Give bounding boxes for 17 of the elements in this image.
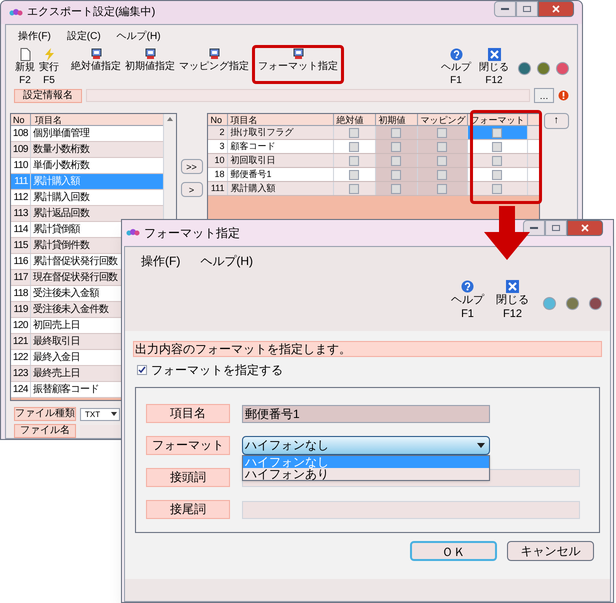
description-text: 出力内容のフォーマットを指定します。 bbox=[133, 341, 602, 357]
column-header: No bbox=[208, 114, 228, 125]
column-header: 初期値 bbox=[376, 114, 418, 125]
field-label: 設定情報名 bbox=[14, 88, 82, 102]
field-label: 項目名 bbox=[146, 404, 230, 423]
column-header: 絶対値 bbox=[334, 114, 376, 125]
item-name-field: 郵便番号1 bbox=[242, 404, 490, 422]
column-header: 項目名 bbox=[34, 114, 62, 125]
window-title: エクスポート設定(編集中) bbox=[27, 4, 156, 20]
column-header: 項目名 bbox=[228, 114, 334, 125]
column-header: No bbox=[11, 114, 31, 125]
field-label: フォーマット bbox=[146, 436, 230, 455]
field-label: ファイル名 bbox=[14, 424, 76, 438]
field-label: 接頭詞 bbox=[146, 468, 230, 487]
field-label: 接尾詞 bbox=[146, 500, 230, 519]
column-header: マッピング bbox=[418, 114, 468, 125]
field-label: ファイル種類 bbox=[14, 407, 76, 421]
